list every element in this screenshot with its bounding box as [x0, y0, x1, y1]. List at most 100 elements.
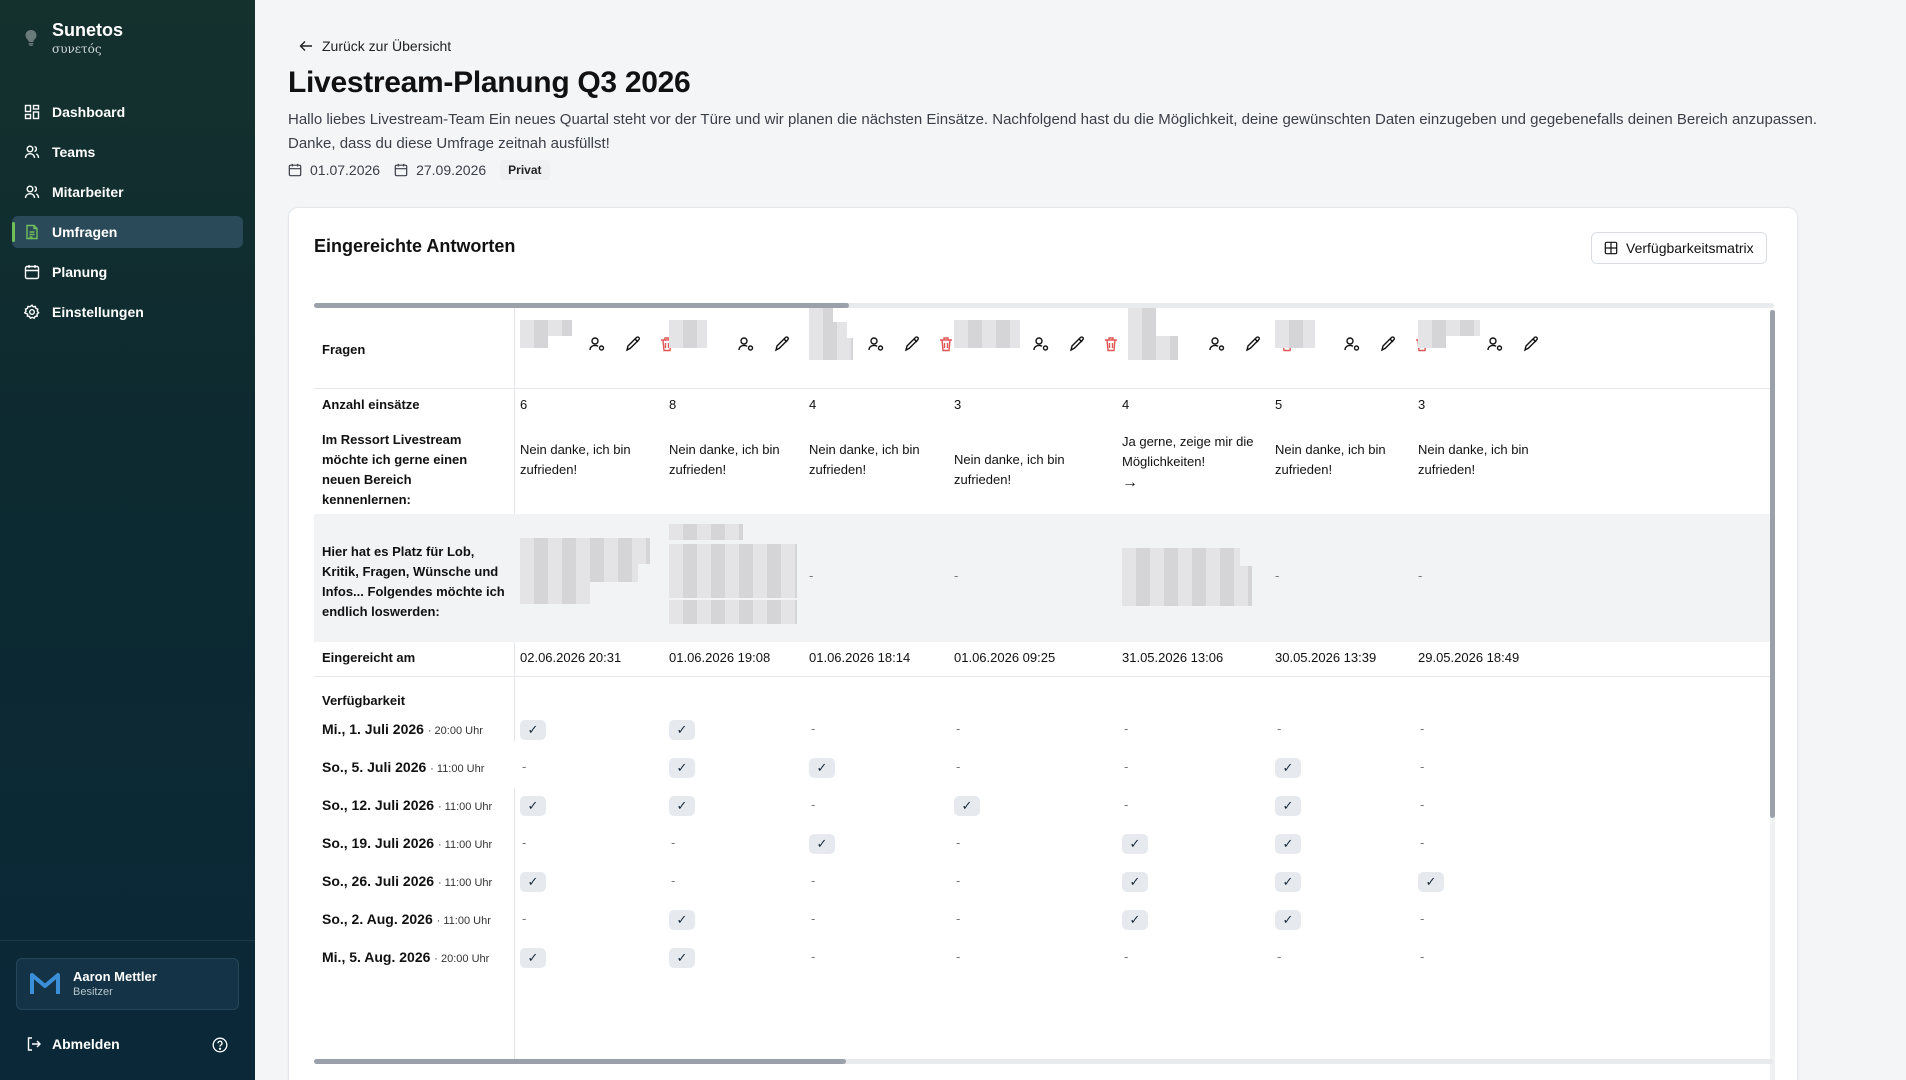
- respondent-name-redacted: [520, 334, 548, 348]
- assign-user-icon[interactable]: [737, 335, 755, 353]
- availability-none: -: [811, 911, 816, 926]
- logout-icon: [27, 1037, 41, 1051]
- ressort-label: Im Ressort Livestream möchte ich gerne e…: [322, 432, 468, 507]
- availability-none: -: [956, 835, 961, 850]
- privacy-badge: Privat: [500, 160, 550, 180]
- nav-item-dashboard[interactable]: Dashboard: [12, 96, 243, 128]
- availability-label: Verfügbarkeit: [322, 693, 406, 708]
- feedback-redacted: [669, 544, 797, 562]
- nav-item-einstellungen[interactable]: Einstellungen: [12, 296, 243, 328]
- availability-none: -: [1124, 949, 1129, 964]
- card-title: Eingereichte Antworten: [314, 236, 516, 256]
- edit-icon[interactable]: [903, 335, 921, 353]
- availability-check: ✓: [520, 720, 546, 740]
- availability-check: ✓: [1275, 796, 1301, 816]
- user-role: Besitzer: [73, 986, 113, 998]
- response-count: 3: [954, 397, 962, 412]
- date-text: So., 12. Juli 2026: [322, 797, 438, 813]
- response-submitted: 02.06.2026 20:31: [520, 650, 622, 665]
- response-ressort: Nein danke, ich bin zufrieden!: [809, 442, 920, 477]
- availability-none: -: [1420, 911, 1425, 926]
- edit-icon[interactable]: [1522, 335, 1540, 353]
- availability-none: -: [1420, 797, 1425, 812]
- edit-icon[interactable]: [624, 335, 642, 353]
- respondent-name-redacted: [1275, 320, 1315, 348]
- ressort-arrow-icon: →: [1122, 474, 1138, 491]
- availability-none: -: [1277, 721, 1282, 736]
- scrollbar-thumb[interactable]: [314, 1059, 846, 1064]
- nav-label-mitarbeiter: Mitarbeiter: [52, 184, 124, 200]
- scrollbar-thumb[interactable]: [1770, 310, 1775, 818]
- delete-icon[interactable]: [937, 335, 955, 353]
- date-text: Mi., 5. Aug. 2026: [322, 949, 435, 965]
- response-ressort: Nein danke, ich bin zufrieden!: [520, 442, 631, 477]
- availability-none: -: [522, 835, 527, 850]
- settings-icon: [24, 304, 40, 320]
- response-count: 4: [809, 397, 817, 412]
- assign-user-icon[interactable]: [1208, 335, 1226, 353]
- assign-user-icon[interactable]: [1486, 335, 1504, 353]
- assign-user-icon[interactable]: [867, 335, 885, 353]
- assign-user-icon[interactable]: [588, 335, 606, 353]
- time-text: · 11:00 Uhr: [437, 877, 493, 889]
- back-link[interactable]: Zurück zur Übersicht: [298, 38, 451, 54]
- date-text: Mi., 1. Juli 2026: [322, 721, 428, 737]
- edit-icon[interactable]: [1244, 335, 1262, 353]
- response-ressort: Nein danke, ich bin zufrieden!: [669, 442, 780, 477]
- feedback-empty: -: [954, 568, 959, 583]
- users-icon: [24, 185, 40, 199]
- nav-item-planung[interactable]: Planung: [12, 256, 243, 288]
- feedback-redacted: [520, 564, 638, 582]
- feedback-empty: -: [809, 568, 814, 583]
- date-text: So., 5. Juli 2026: [322, 759, 431, 775]
- availability-none: -: [811, 949, 816, 964]
- edit-icon[interactable]: [1379, 335, 1397, 353]
- availability-none: -: [956, 873, 961, 888]
- horizontal-scrollbar-bottom[interactable]: [314, 1059, 1774, 1064]
- availability-matrix-button[interactable]: Verfügbarkeitsmatrix: [1591, 232, 1767, 264]
- availability-date-label: So., 5. Juli 2026 · 11:00 Uhr: [322, 759, 484, 775]
- vertical-scrollbar[interactable]: [1770, 310, 1775, 1080]
- availability-check: ✓: [1275, 834, 1301, 854]
- survey-meta: 01.07.2026 27.09.2026 Privat: [288, 160, 550, 180]
- edit-icon[interactable]: [1068, 335, 1086, 353]
- logout-button[interactable]: Abmelden: [26, 1036, 120, 1052]
- end-date: 27.09.2026: [394, 162, 486, 178]
- availability-none: -: [522, 911, 527, 926]
- brand[interactable]: Sunetos συνετός: [24, 18, 123, 56]
- feedback-redacted: [669, 580, 797, 598]
- delete-icon[interactable]: [1102, 335, 1120, 353]
- assign-user-icon[interactable]: [1032, 335, 1050, 353]
- availability-check: ✓: [1275, 910, 1301, 930]
- availability-none: -: [522, 759, 527, 774]
- respondent-name-redacted: [954, 320, 1020, 348]
- response-submitted: 30.05.2026 13:39: [1275, 650, 1377, 665]
- nav-item-umfragen[interactable]: Umfragen: [12, 216, 243, 248]
- respondent-name-redacted: [809, 322, 847, 338]
- start-date: 01.07.2026: [288, 162, 380, 178]
- nav-item-teams[interactable]: Teams: [12, 136, 243, 168]
- page-title: Livestream-Planung Q3 2026: [288, 66, 691, 99]
- teams-icon: [24, 145, 40, 159]
- availability-check: ✓: [1275, 758, 1301, 778]
- response-submitted: 01.06.2026 09:25: [954, 650, 1056, 665]
- availability-none: -: [956, 721, 961, 736]
- edit-icon[interactable]: [773, 335, 791, 353]
- respondent-name-redacted: [669, 320, 707, 348]
- response-submitted: 29.05.2026 18:49: [1418, 650, 1520, 665]
- availability-none: -: [1420, 759, 1425, 774]
- arrow-left-icon: [299, 41, 312, 51]
- availability-check: ✓: [1122, 910, 1148, 930]
- nav-item-mitarbeiter[interactable]: Mitarbeiter: [12, 176, 243, 208]
- main-nav: Dashboard Teams Mitarbeiter Umfragen Pla…: [12, 96, 243, 336]
- time-text: · 11:00 Uhr: [436, 915, 491, 927]
- assign-user-icon[interactable]: [1343, 335, 1361, 353]
- row-divider: [314, 388, 1770, 389]
- help-icon[interactable]: [212, 1037, 228, 1053]
- feedback-redacted: [669, 600, 797, 624]
- response-count: 6: [520, 397, 528, 412]
- main-content: Zurück zur Übersicht Livestream-Planung …: [255, 0, 1906, 1080]
- user-card[interactable]: Aaron Mettler Besitzer: [16, 958, 239, 1010]
- availability-check: ✓: [1122, 872, 1148, 892]
- response-submitted: 31.05.2026 13:06: [1122, 650, 1224, 665]
